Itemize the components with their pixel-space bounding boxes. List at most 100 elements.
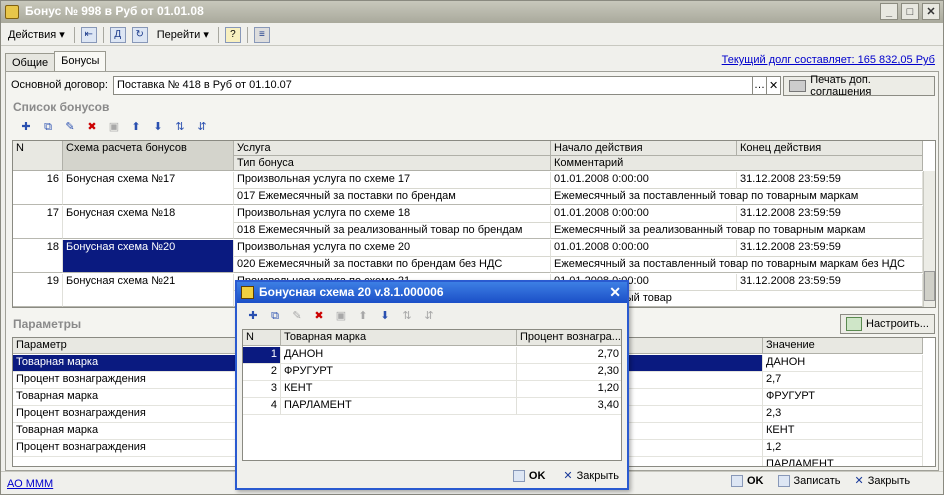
actions-menu[interactable]: Действия ▾ [5, 26, 68, 43]
dlg-row-n[interactable]: 1 [243, 347, 281, 364]
dialog-close-icon[interactable]: ✕ [609, 284, 621, 301]
param-row-value[interactable]: ДАНОН [763, 355, 923, 372]
bonus-row-end[interactable]: 31.12.2008 23:59:59 [737, 240, 923, 257]
bonus-row-start[interactable]: 01.01.2008 0:00:00 [551, 172, 737, 189]
param-row-value[interactable]: 1,2 [763, 440, 923, 457]
dlg-end-edit-icon[interactable]: ▣ [333, 308, 349, 324]
delete-icon[interactable]: ✖ [84, 119, 100, 135]
bonus-row-n[interactable]: 19 [13, 274, 63, 307]
bonus-row-end[interactable]: 31.12.2008 23:59:59 [737, 274, 923, 291]
setup-button[interactable]: Настроить... [840, 314, 935, 334]
close-button[interactable]: ✕ [922, 3, 940, 20]
dlg-row-percent[interactable]: 2,70 [517, 347, 621, 364]
maximize-button[interactable]: □ [901, 3, 919, 20]
bonus-row-type[interactable]: 018 Ежемесячный за реализованный товар п… [234, 223, 551, 239]
dlg-sort-desc-icon[interactable]: ⇵ [421, 308, 437, 324]
dlg-row-n[interactable]: 2 [243, 364, 281, 381]
list-icon[interactable]: ≡ [253, 26, 270, 43]
dlg-row-n[interactable]: 3 [243, 381, 281, 398]
select-button[interactable]: … [752, 76, 767, 95]
dlg-col-percent[interactable]: Процент вознагра... [517, 330, 621, 346]
bonus-row-scheme[interactable]: Бонусная схема №18 [63, 206, 234, 239]
bonus-row-n[interactable]: 18 [13, 240, 63, 273]
param-row-value[interactable]: 2,3 [763, 406, 923, 423]
col-start[interactable]: Начало действия [551, 141, 737, 156]
dlg-col-brand[interactable]: Товарная марка [281, 330, 517, 346]
tab-bonuses[interactable]: Бонусы [54, 51, 107, 72]
bonus-row-service[interactable]: Произвольная услуга по схеме 20 [234, 240, 551, 257]
col-value[interactable]: Значение [763, 338, 923, 354]
bonus-row-scheme[interactable]: Бонусная схема №20 [63, 240, 234, 273]
bonus-row-n[interactable]: 16 [13, 172, 63, 205]
dlg-col-n[interactable]: N [243, 330, 281, 346]
col-service[interactable]: Услуга [234, 141, 551, 156]
param-row-value[interactable]: 2,7 [763, 372, 923, 389]
scrollbar[interactable] [923, 171, 935, 307]
end-edit-icon[interactable]: ▣ [106, 119, 122, 135]
col-bonus-type[interactable]: Тип бонуса [234, 156, 551, 171]
dlg-row-percent[interactable]: 3,40 [517, 398, 621, 415]
bonus-row-scheme[interactable]: Бонусная схема №21 [63, 274, 234, 307]
sort-asc-icon[interactable]: ⇅ [172, 119, 188, 135]
copy-icon[interactable]: ⧉ [40, 119, 56, 135]
add-icon[interactable]: ✚ [18, 119, 34, 135]
document-movements-icon[interactable]: Д [109, 26, 126, 43]
bonus-row-start[interactable]: 01.01.2008 0:00:00 [551, 240, 737, 257]
clear-button[interactable]: ✕ [766, 76, 781, 95]
dlg-add-icon[interactable]: ✚ [245, 308, 261, 324]
close-footer-button[interactable]: ✕ Закрыть [855, 474, 911, 488]
disk-icon [777, 474, 790, 487]
bonus-row-end[interactable]: 31.12.2008 23:59:59 [737, 172, 923, 189]
dlg-sort-asc-icon[interactable]: ⇅ [399, 308, 415, 324]
dlg-row-brand[interactable]: ДАНОН [281, 347, 517, 364]
bonus-row-type[interactable]: 017 Ежемесячный за поставки по брендам [234, 189, 551, 205]
org-link[interactable]: АО МММ [7, 478, 53, 490]
current-debt-link[interactable]: Текущий долг составляет: 165 832,05 Руб [722, 54, 935, 66]
contract-field[interactable]: Поставка № 418 в Руб от 01.10.07 [113, 76, 753, 95]
dlg-move-up-icon[interactable]: ⬆ [355, 308, 371, 324]
dialog-close-button[interactable]: ✕ Закрыть [563, 469, 619, 483]
bonus-row-comment[interactable]: Ежемесячный за поставленный товар по тов… [551, 189, 923, 205]
brand-table[interactable]: N Товарная марка Процент вознагра... 1 ДА… [242, 329, 622, 461]
goto-menu[interactable]: Перейти ▾ [154, 26, 212, 43]
edit-icon[interactable]: ✎ [62, 119, 78, 135]
refresh-icon[interactable]: ↻ [131, 26, 148, 43]
save-button[interactable]: Записать [777, 474, 841, 487]
col-scheme[interactable]: Схема расчета бонусов [63, 141, 234, 171]
bonus-row-comment[interactable]: Ежемесячный за реализованный товар по то… [551, 223, 923, 239]
minimize-button[interactable]: _ [880, 3, 898, 20]
dlg-row-brand[interactable]: КЕНТ [281, 381, 517, 398]
dlg-row-percent[interactable]: 2,30 [517, 364, 621, 381]
dlg-row-brand[interactable]: ФРУГУРТ [281, 364, 517, 381]
param-row-value[interactable]: КЕНТ [763, 423, 923, 440]
dlg-copy-icon[interactable]: ⧉ [267, 308, 283, 324]
bonus-row-end[interactable]: 31.12.2008 23:59:59 [737, 206, 923, 223]
ok-button[interactable]: OK [731, 474, 764, 487]
move-down-icon[interactable]: ⬇ [150, 119, 166, 135]
param-row-value[interactable]: ПАРЛАМЕНТ [763, 457, 923, 466]
title-bar: Бонус № 998 в Руб от 01.01.08 _ □ ✕ [1, 1, 943, 23]
dlg-row-percent[interactable]: 1,20 [517, 381, 621, 398]
dlg-row-brand[interactable]: ПАРЛАМЕНТ [281, 398, 517, 415]
col-comment[interactable]: Комментарий [551, 156, 923, 171]
col-n[interactable]: N [13, 141, 63, 171]
move-up-icon[interactable]: ⬆ [128, 119, 144, 135]
bonus-row-scheme[interactable]: Бонусная схема №17 [63, 172, 234, 205]
bonus-row-n[interactable]: 17 [13, 206, 63, 239]
bonus-row-start[interactable]: 01.01.2008 0:00:00 [551, 206, 737, 223]
bonus-row-service[interactable]: Произвольная услуга по схеме 17 [234, 172, 551, 189]
print-agreement-button[interactable]: Печать доп. соглашения [783, 74, 935, 98]
help-icon[interactable]: ? [224, 26, 241, 43]
bonus-row-comment[interactable]: Ежемесячный за поставленный товар по тов… [551, 257, 923, 273]
param-row-value[interactable]: ФРУГУРТ [763, 389, 923, 406]
bonus-row-type[interactable]: 020 Ежемесячный за поставки по брендам б… [234, 257, 551, 273]
sort-desc-icon[interactable]: ⇵ [194, 119, 210, 135]
col-end[interactable]: Конец действия [737, 141, 923, 156]
dialog-ok-button[interactable]: OK [512, 469, 545, 482]
back-arrow-icon[interactable]: ⇤ [80, 26, 97, 43]
dlg-row-n[interactable]: 4 [243, 398, 281, 415]
bonus-row-service[interactable]: Произвольная услуга по схеме 18 [234, 206, 551, 223]
dlg-edit-icon[interactable]: ✎ [289, 308, 305, 324]
dlg-move-down-icon[interactable]: ⬇ [377, 308, 393, 324]
dlg-delete-icon[interactable]: ✖ [311, 308, 327, 324]
